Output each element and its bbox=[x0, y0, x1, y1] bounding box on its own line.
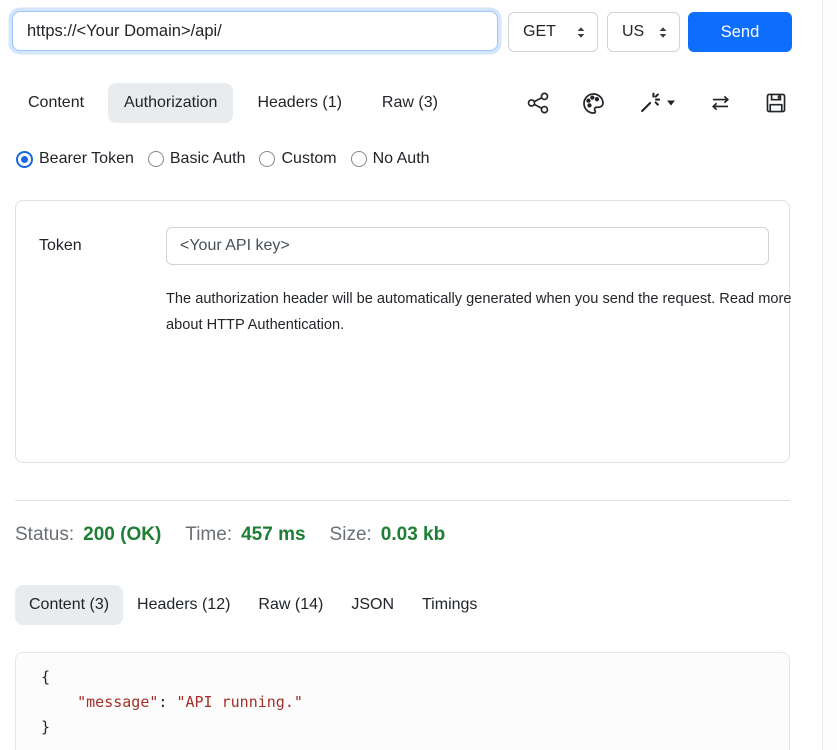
token-input[interactable] bbox=[166, 227, 769, 265]
region-select-value: US bbox=[622, 23, 644, 41]
method-select[interactable]: GET bbox=[508, 12, 598, 52]
tab-raw[interactable]: Raw (3) bbox=[366, 83, 454, 123]
swap-arrows-icon[interactable] bbox=[709, 92, 732, 114]
api-client-page: GET US Send Content Authorization Header… bbox=[0, 0, 837, 750]
palette-icon[interactable] bbox=[582, 92, 605, 115]
region-select[interactable]: US bbox=[607, 12, 680, 52]
status-label: Status: bbox=[15, 524, 74, 546]
right-rail bbox=[822, 0, 837, 750]
radio-icon[interactable] bbox=[259, 151, 275, 167]
send-button[interactable]: Send bbox=[688, 12, 792, 52]
status-stat: Status: 200 (OK) bbox=[15, 524, 161, 546]
select-updown-icon bbox=[575, 26, 587, 39]
auth-help-line2: about HTTP Authentication. bbox=[166, 313, 791, 339]
auth-radio-no-auth[interactable]: No Auth bbox=[351, 150, 430, 168]
token-label: Token bbox=[39, 227, 82, 265]
response-body-panel: { "message": "API running."} bbox=[15, 652, 790, 750]
share-icon[interactable] bbox=[527, 92, 549, 114]
save-icon[interactable] bbox=[765, 92, 787, 114]
url-input[interactable] bbox=[12, 11, 498, 51]
auth-radio-label: No Auth bbox=[373, 150, 430, 168]
auth-help-line1: The authorization header will be automat… bbox=[166, 287, 791, 313]
response-tabs: Content (3) Headers (12) Raw (14) JSON T… bbox=[15, 585, 491, 625]
radio-icon[interactable] bbox=[16, 151, 33, 168]
response-tab-raw[interactable]: Raw (14) bbox=[244, 585, 337, 625]
authorization-panel: Token The authorization header will be a… bbox=[15, 200, 790, 463]
response-tab-content[interactable]: Content (3) bbox=[15, 585, 123, 625]
auth-help-text: The authorization header will be automat… bbox=[166, 287, 791, 338]
tab-authorization[interactable]: Authorization bbox=[108, 83, 233, 123]
status-value: 200 (OK) bbox=[83, 524, 161, 546]
auth-radio-label: Basic Auth bbox=[170, 150, 246, 168]
method-select-value: GET bbox=[523, 23, 556, 41]
magic-wand-icon[interactable] bbox=[638, 92, 676, 114]
select-updown-icon bbox=[657, 26, 669, 39]
auth-radio-custom[interactable]: Custom bbox=[259, 150, 336, 168]
auth-type-group: Bearer Token Basic Auth Custom No Auth bbox=[16, 148, 430, 170]
radio-icon[interactable] bbox=[148, 151, 164, 167]
response-tab-json[interactable]: JSON bbox=[337, 585, 408, 625]
time-label: Time: bbox=[185, 524, 232, 546]
tab-headers[interactable]: Headers (1) bbox=[241, 83, 357, 123]
auth-radio-label: Custom bbox=[281, 150, 336, 168]
response-tab-headers[interactable]: Headers (12) bbox=[123, 585, 244, 625]
caret-down-icon bbox=[666, 99, 676, 107]
size-stat: Size: 0.03 kb bbox=[330, 524, 446, 546]
auth-radio-bearer-token[interactable]: Bearer Token bbox=[16, 150, 134, 168]
request-tabs: Content Authorization Headers (1) Raw (3… bbox=[12, 83, 454, 123]
request-toolbar bbox=[527, 83, 787, 123]
time-value: 457 ms bbox=[241, 524, 305, 546]
response-tab-timings[interactable]: Timings bbox=[408, 585, 491, 625]
section-divider bbox=[15, 500, 790, 501]
time-stat: Time: 457 ms bbox=[185, 524, 305, 546]
size-label: Size: bbox=[330, 524, 372, 546]
size-value: 0.03 kb bbox=[381, 524, 445, 546]
auth-radio-label: Bearer Token bbox=[39, 150, 134, 168]
radio-icon[interactable] bbox=[351, 151, 367, 167]
response-body-code: { "message": "API running."} bbox=[41, 665, 789, 740]
tab-content[interactable]: Content bbox=[12, 83, 100, 123]
auth-radio-basic-auth[interactable]: Basic Auth bbox=[148, 150, 246, 168]
response-status-bar: Status: 200 (OK) Time: 457 ms Size: 0.03… bbox=[15, 520, 445, 550]
